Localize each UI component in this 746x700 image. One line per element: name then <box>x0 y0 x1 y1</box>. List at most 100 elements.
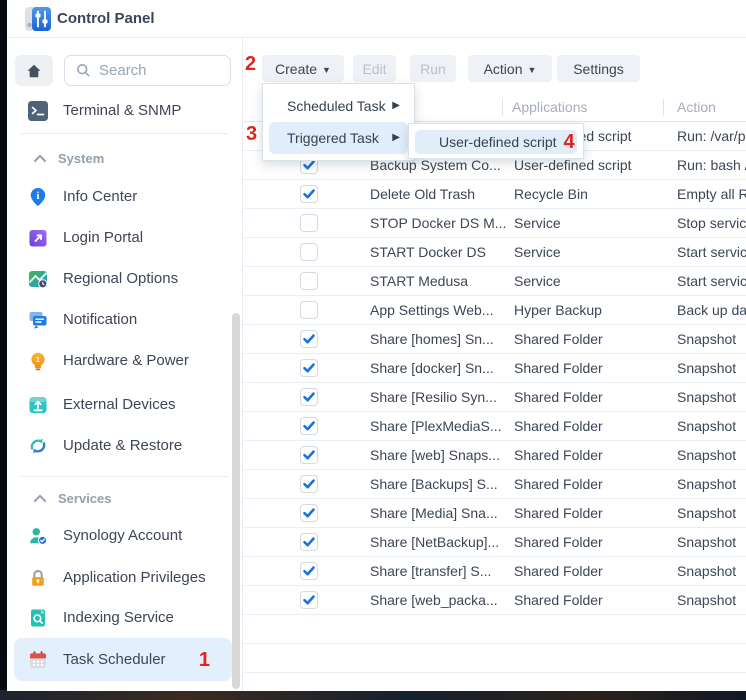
row-checkbox[interactable] <box>300 533 318 551</box>
task-name-cell: Share [PlexMediaS... <box>370 412 510 440</box>
sidebar-item-info-center[interactable]: i Info Center <box>14 176 232 217</box>
sidebar-item-label: Login Portal <box>63 229 143 246</box>
row-checkbox[interactable] <box>300 417 318 435</box>
sidebar-section-system[interactable]: System <box>14 146 232 170</box>
row-checkbox[interactable] <box>300 243 318 261</box>
menu-item-triggered-task[interactable]: Triggered Task ▶ <box>269 122 408 154</box>
column-divider <box>663 99 664 116</box>
row-checkbox[interactable] <box>300 591 318 609</box>
application-cell: Shared Folder <box>514 499 672 527</box>
column-header-action[interactable]: Action <box>677 93 716 121</box>
application-cell: Shared Folder <box>514 383 672 411</box>
table-row[interactable]: Share [homes] Sn... Shared Folder Snapsh… <box>244 325 746 354</box>
create-button[interactable]: Create▼ <box>262 55 344 82</box>
table-row-empty <box>244 644 746 673</box>
table-row[interactable]: App Settings Web... Hyper Backup Back up… <box>244 296 746 325</box>
row-checkbox[interactable] <box>300 185 318 203</box>
table-row[interactable]: Share [NetBackup]... Shared Folder Snaps… <box>244 528 746 557</box>
action-cell: Start servic <box>677 238 746 266</box>
row-checkbox[interactable] <box>300 330 318 348</box>
row-checkbox[interactable] <box>300 301 318 319</box>
sidebar-item-login-portal[interactable]: Login Portal <box>14 217 232 258</box>
table-row[interactable]: START Docker DS Service Start servic <box>244 238 746 267</box>
menu-item-scheduled-task[interactable]: Scheduled Task ▶ <box>263 90 414 122</box>
annotation-2: 2 <box>245 54 256 74</box>
home-button[interactable] <box>15 55 53 86</box>
check-icon <box>302 477 316 491</box>
sidebar-item-synology-account[interactable]: Synology Account <box>14 515 232 556</box>
application-cell: Shared Folder <box>514 325 672 353</box>
check-icon <box>302 332 316 346</box>
sidebar-item-update-restore[interactable]: Update & Restore <box>14 425 232 466</box>
column-header-applications[interactable]: Applications <box>512 93 588 121</box>
sidebar-item-label: Hardware & Power <box>63 352 189 369</box>
table-row[interactable]: Share [web_packa... Shared Folder Snapsh… <box>244 586 746 615</box>
titlebar: Control Panel <box>7 0 746 38</box>
table-row[interactable]: Share [docker] Sn... Shared Folder Snaps… <box>244 354 746 383</box>
table-row[interactable]: Share [PlexMediaS... Shared Folder Snaps… <box>244 412 746 441</box>
sidebar-scrollbar-thumb[interactable] <box>232 313 240 689</box>
row-checkbox[interactable] <box>300 214 318 232</box>
row-checkbox[interactable] <box>300 562 318 580</box>
row-checkbox[interactable] <box>300 359 318 377</box>
row-checkbox[interactable] <box>300 504 318 522</box>
sidebar-item-application-privileges[interactable]: Application Privileges <box>14 557 232 598</box>
row-checkbox[interactable] <box>300 446 318 464</box>
triggered-task-submenu: User-defined script 4 <box>408 123 584 159</box>
table-row[interactable]: Delete Old Trash Recycle Bin Empty all R <box>244 180 746 209</box>
task-name-cell: Share [NetBackup]... <box>370 528 510 556</box>
application-cell: Recycle Bin <box>514 180 672 208</box>
action-cell: Snapshot <box>677 325 746 353</box>
application-cell: Service <box>514 209 672 237</box>
table-row[interactable]: STOP Docker DS M... Service Stop servic <box>244 209 746 238</box>
action-cell: Snapshot <box>677 470 746 498</box>
table-row[interactable]: START Medusa Service Start servic <box>244 267 746 296</box>
notification-icon <box>28 310 48 330</box>
sidebar-item-notification[interactable]: Notification <box>14 299 232 340</box>
sidebar-section-label: System <box>58 151 104 166</box>
sidebar-item-terminal-snmp[interactable]: Terminal & SNMP <box>14 90 232 131</box>
page-title: Control Panel <box>57 0 155 38</box>
task-table-body: User-defined script Run: /var/p Backup S… <box>244 122 746 673</box>
row-checkbox[interactable] <box>300 272 318 290</box>
sidebar-item-regional-options[interactable]: Regional Options <box>14 258 232 299</box>
table-row[interactable]: Share [web] Snaps... Shared Folder Snaps… <box>244 441 746 470</box>
check-icon <box>302 535 316 549</box>
regional-options-icon <box>28 269 48 289</box>
sidebar-section-services[interactable]: Services <box>14 486 232 510</box>
action-cell: Snapshot <box>677 383 746 411</box>
terminal-icon <box>28 101 48 121</box>
row-checkbox[interactable] <box>300 475 318 493</box>
search-input[interactable]: Search <box>64 55 231 86</box>
task-name-cell: Share [web_packa... <box>370 586 510 614</box>
edit-button[interactable]: Edit <box>353 55 396 82</box>
table-row[interactable]: Share [Resilio Syn... Shared Folder Snap… <box>244 383 746 412</box>
sidebar-item-label: External Devices <box>63 396 176 413</box>
chevron-up-icon <box>33 152 47 164</box>
sidebar-item-external-devices[interactable]: External Devices <box>14 384 232 425</box>
create-menu: Scheduled Task ▶ Triggered Task ▶ <box>262 83 415 161</box>
task-name-cell: Share [Backups] S... <box>370 470 510 498</box>
table-row[interactable]: Share [Media] Sna... Shared Folder Snaps… <box>244 499 746 528</box>
run-button[interactable]: Run <box>410 55 456 82</box>
table-row[interactable]: Share [transfer] S... Shared Folder Snap… <box>244 557 746 586</box>
settings-button[interactable]: Settings <box>557 55 640 82</box>
action-button[interactable]: Action▼ <box>468 55 552 82</box>
search-icon <box>75 62 92 79</box>
action-cell: Snapshot <box>677 557 746 585</box>
lock-icon <box>28 568 48 588</box>
task-name-cell: Share [homes] Sn... <box>370 325 510 353</box>
home-icon <box>25 62 43 80</box>
application-cell: Service <box>514 238 672 266</box>
sidebar-item-indexing-service[interactable]: Indexing Service <box>14 597 232 638</box>
sidebar-item-hardware-power[interactable]: 1 Hardware & Power <box>14 340 232 381</box>
table-row[interactable]: Share [Backups] S... Shared Folder Snaps… <box>244 470 746 499</box>
application-cell: Shared Folder <box>514 412 672 440</box>
row-checkbox[interactable] <box>300 388 318 406</box>
action-cell: Start servic <box>677 267 746 295</box>
sidebar-item-task-scheduler[interactable]: Task Scheduler 1 <box>14 638 232 681</box>
application-cell: Shared Folder <box>514 557 672 585</box>
menu-item-user-defined-script[interactable]: User-defined script 4 <box>415 130 577 154</box>
caret-down-icon: ▼ <box>322 65 331 75</box>
desktop-wallpaper-strip <box>0 690 746 700</box>
